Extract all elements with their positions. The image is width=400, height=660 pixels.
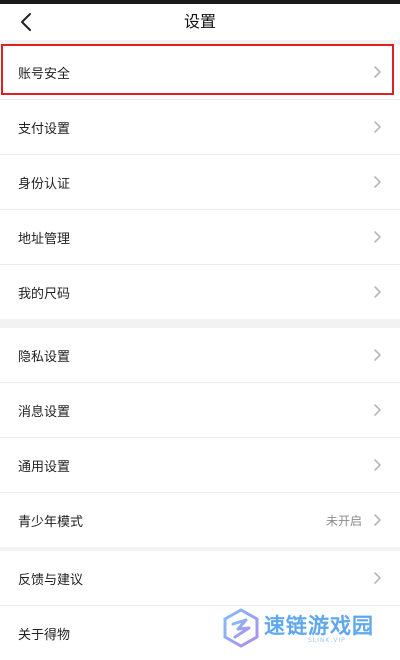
page-title: 设置 bbox=[183, 12, 216, 31]
teen-mode-status: 未开启 bbox=[325, 513, 362, 528]
settings-item-general[interactable]: 通用设置 bbox=[0, 438, 400, 492]
watermark: 速链游戏园 SLINK.VIP bbox=[222, 606, 398, 654]
settings-item-label: 我的尺码 bbox=[18, 286, 71, 302]
chevron-right-icon bbox=[374, 404, 381, 416]
watermark-logo-icon bbox=[223, 608, 259, 648]
back-arrow-icon bbox=[21, 13, 31, 31]
settings-item-label: 消息设置 bbox=[18, 404, 71, 420]
settings-item-label: 地址管理 bbox=[18, 231, 71, 247]
settings-item-label: 身份认证 bbox=[18, 176, 71, 192]
settings-item-notifications[interactable]: 消息设置 bbox=[0, 383, 400, 437]
settings-item-payment[interactable]: 支付设置 bbox=[0, 100, 400, 154]
watermark-text: 速链游戏园 bbox=[264, 614, 374, 638]
chevron-right-icon bbox=[374, 176, 381, 188]
settings-item-address[interactable]: 地址管理 bbox=[0, 210, 400, 264]
settings-item-label: 隐私设置 bbox=[18, 349, 71, 365]
settings-item-label: 反馈与建议 bbox=[18, 572, 84, 588]
chevron-right-icon bbox=[374, 349, 381, 361]
settings-item-my-size[interactable]: 我的尺码 bbox=[0, 265, 400, 319]
settings-item-label: 通用设置 bbox=[18, 459, 71, 475]
settings-item-identity-verification[interactable]: 身份认证 bbox=[0, 155, 400, 209]
chevron-right-icon bbox=[374, 66, 381, 78]
settings-item-label: 支付设置 bbox=[18, 121, 71, 137]
chevron-right-icon bbox=[374, 286, 381, 298]
settings-item-privacy[interactable]: 隐私设置 bbox=[0, 328, 400, 382]
chevron-right-icon bbox=[374, 459, 381, 471]
settings-item-feedback[interactable]: 反馈与建议 bbox=[0, 551, 400, 605]
settings-item-label: 账号安全 bbox=[18, 66, 71, 82]
settings-item-account-security[interactable]: 账号安全 bbox=[0, 45, 400, 99]
chevron-right-icon bbox=[374, 572, 381, 584]
top-navigation-bar: 设置 bbox=[0, 4, 400, 40]
chevron-right-icon bbox=[374, 121, 381, 133]
back-button[interactable] bbox=[12, 8, 40, 36]
settings-item-teen-mode[interactable]: 青少年模式 未开启 bbox=[0, 493, 400, 547]
chevron-right-icon bbox=[374, 231, 381, 243]
chevron-right-icon bbox=[374, 514, 381, 526]
settings-item-label: 关于得物 bbox=[18, 627, 71, 643]
settings-item-label: 青少年模式 bbox=[18, 514, 84, 530]
watermark-subtext: SLINK.VIP bbox=[308, 637, 346, 644]
